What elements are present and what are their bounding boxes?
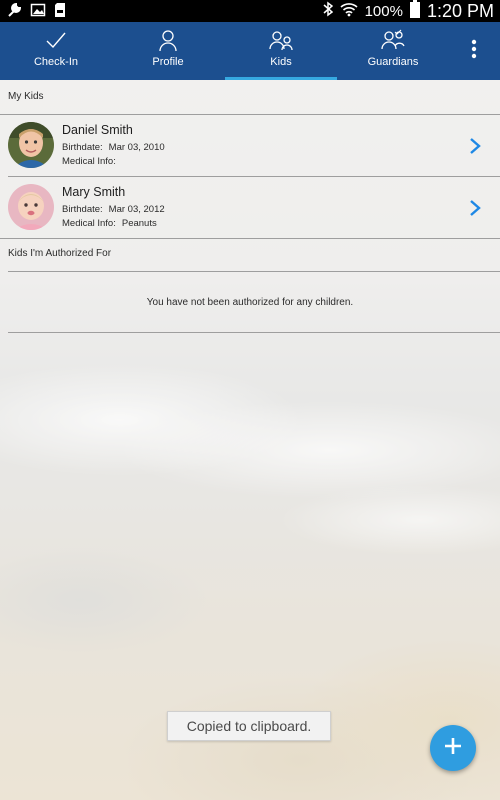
wrench-icon: [6, 2, 22, 23]
divider: [8, 332, 500, 333]
status-time: 1:20 PM: [426, 0, 494, 21]
add-kid-button[interactable]: [430, 725, 476, 771]
plus-icon: [443, 736, 463, 761]
tab-guardians[interactable]: Guardians: [337, 22, 449, 80]
kid-medical-info: Medical Info:: [62, 156, 122, 167]
kid-row-daniel[interactable]: Daniel Smith Birthdate: Mar 03, 2010 Medi…: [0, 115, 500, 177]
status-bar: 100% 1:20 PM: [0, 0, 500, 22]
wifi-icon: [340, 1, 358, 22]
active-tab-indicator: [225, 77, 337, 80]
guardians-icon: [380, 29, 406, 53]
tab-check-in[interactable]: Check-In: [0, 22, 112, 80]
chevron-right-icon: [468, 137, 482, 155]
birthdate-label: Birthdate:: [62, 204, 103, 215]
overflow-menu-button[interactable]: [456, 22, 492, 80]
battery-percent: 100%: [364, 2, 403, 20]
chevron-right-icon: [468, 199, 482, 217]
tab-profile[interactable]: Profile: [112, 22, 224, 80]
tab-label: Profile: [152, 56, 184, 68]
tab-label: Check-In: [33, 56, 79, 68]
avatar: [8, 184, 54, 230]
image-icon: [30, 2, 46, 23]
kid-name: Daniel Smith: [62, 123, 133, 137]
kids-icon: [268, 29, 294, 53]
more-vertical-icon: [471, 39, 477, 64]
tab-bar: Check-In Profile Kids Guardians: [0, 22, 500, 80]
kid-medical-info: Medical Info: Peanuts: [62, 218, 157, 229]
kid-name: Mary Smith: [62, 185, 126, 199]
avatar: [8, 122, 54, 168]
empty-authorized-message: You have not been authorized for any chi…: [146, 297, 354, 308]
tab-label: Guardians: [367, 56, 419, 68]
person-icon: [157, 29, 179, 53]
medical-value: Peanuts: [121, 218, 157, 229]
birthdate-value: Mar 03, 2012: [108, 204, 165, 215]
medical-label: Medical Info:: [62, 218, 116, 229]
kid-birthdate: Birthdate: Mar 03, 2012: [62, 204, 165, 215]
battery-icon: [409, 0, 420, 23]
divider: [0, 238, 500, 239]
tab-label: Kids: [270, 56, 292, 68]
bluetooth-icon: [323, 1, 333, 22]
tab-kids[interactable]: Kids: [225, 22, 337, 80]
kid-birthdate: Birthdate: Mar 03, 2010: [62, 142, 165, 153]
medical-label: Medical Info:: [62, 156, 116, 167]
birthdate-label: Birthdate:: [62, 142, 103, 153]
toast-message: Copied to clipboard.: [167, 711, 331, 741]
authorized-kids-header: Kids I'm Authorized For: [8, 248, 112, 259]
sd-card-icon: [54, 2, 66, 23]
divider: [8, 271, 500, 272]
birthdate-value: Mar 03, 2010: [108, 142, 165, 153]
my-kids-header: My Kids: [8, 91, 44, 102]
kid-row-mary[interactable]: Mary Smith Birthdate: Mar 03, 2012 Medica…: [0, 177, 500, 239]
check-icon: [44, 29, 68, 53]
